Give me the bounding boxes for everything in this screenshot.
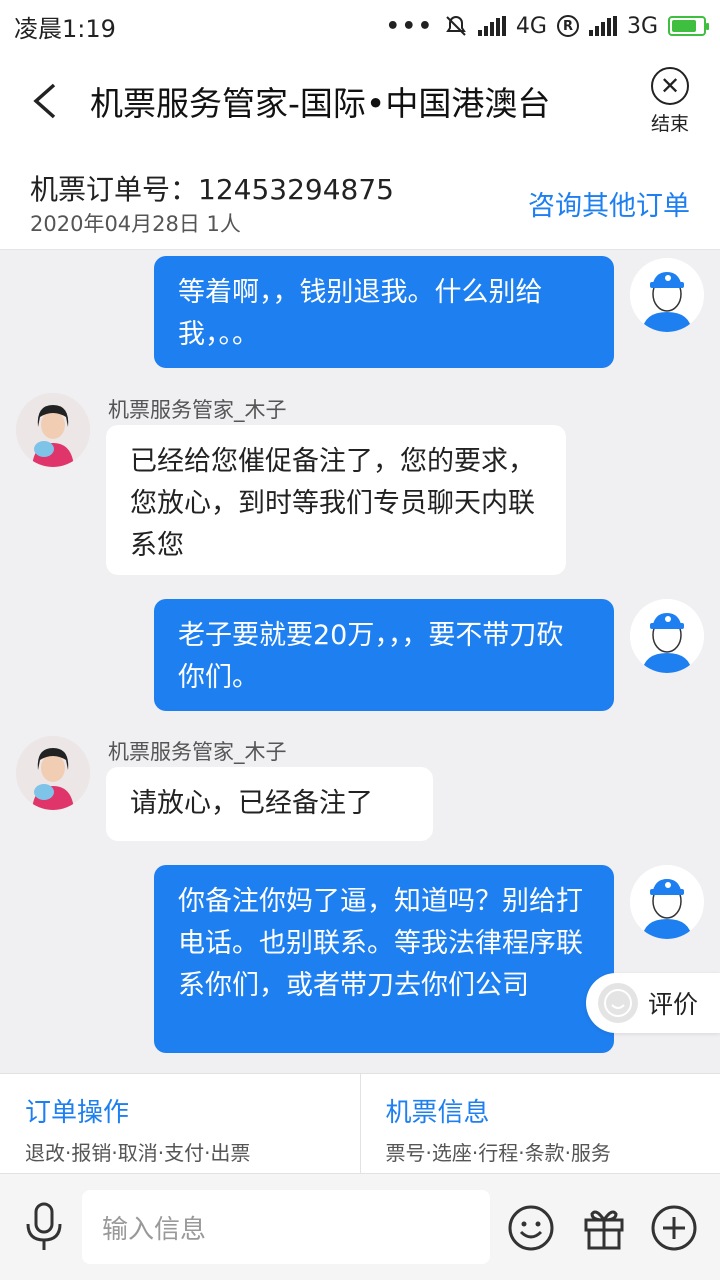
plus-circle-icon[interactable] [650, 1204, 698, 1252]
agent-name: 机票服务管家_木子 [108, 740, 287, 764]
user-avatar-icon [630, 865, 704, 939]
battery-icon [668, 16, 709, 36]
agent-message: 请放心，已经备注了 [106, 767, 433, 841]
signal-bars-icon-2 [588, 16, 617, 36]
quick-subtitle: 票号·选座·行程·条款·服务 [385, 1141, 611, 1165]
quick-title: 机票信息 [385, 1098, 490, 1128]
page-title: 机票服务管家-国际•中国港澳台 [90, 84, 551, 123]
end-chat-button[interactable]: ✕ 结束 [630, 66, 710, 136]
ticket-info-button[interactable]: 机票信息 票号·选座·行程·条款·服务 [359, 1074, 720, 1173]
agent-message: 已经给您催促备注了，您的要求，您放心，到时等我们专员聊天内联系您 [106, 425, 566, 575]
status-icons: ••• 4G R 3G [385, 13, 709, 39]
consult-other-orders-link[interactable]: 咨询其他订单 [528, 184, 690, 223]
order-number: 机票订单号：12453294875 [30, 173, 394, 206]
user-avatar[interactable] [630, 258, 704, 332]
end-label: 结束 [650, 112, 689, 135]
emoji-icon[interactable] [507, 1204, 555, 1252]
microphone-icon[interactable] [22, 1202, 66, 1252]
user-avatar[interactable] [630, 599, 704, 673]
user-message: 等着啊，，钱别退我。什么别给我，。。 [154, 256, 614, 368]
more-dots-icon: ••• [385, 13, 434, 39]
rate-button[interactable]: 评价 [586, 973, 720, 1033]
user-message: 你备注你妈了逼，知道吗？别给打电话。也别联系。等我法律程序联系你们，或者带刀去你… [154, 865, 614, 1053]
status-bar: 凌晨1:19 ••• 4G R 3G [0, 0, 720, 52]
input-bar: 输入信息 [0, 1173, 720, 1280]
signal-bars-icon [477, 16, 506, 36]
agent-avatar[interactable] [16, 736, 90, 810]
chat-area[interactable]: 等着啊，，钱别退我。什么别给我，。。 机票服务管家_木子 已经给您催促备注了，您… [0, 250, 720, 1073]
back-button[interactable] [0, 52, 90, 150]
message-input[interactable]: 输入信息 [82, 1190, 490, 1264]
close-circle-icon: ✕ [651, 66, 689, 105]
user-avatar-icon [630, 258, 704, 332]
rate-label: 评价 [648, 990, 699, 1019]
network-3g-label: 3G [626, 13, 658, 39]
back-chevron-icon [33, 83, 56, 119]
header: 机票服务管家-国际•中国港澳台 ✕ 结束 [0, 52, 720, 150]
order-meta: 2020年04月28日 1人 [30, 212, 241, 236]
quick-actions: 订单操作 退改·报销·取消·支付·出票 机票信息 票号·选座·行程·条款·服务 [0, 1073, 720, 1173]
quick-subtitle: 退改·报销·取消·支付·出票 [25, 1141, 251, 1165]
order-info: 机票订单号：12453294875 2020年04月28日 1人 咨询其他订单 [0, 150, 720, 250]
status-time: 凌晨1:19 [14, 14, 116, 43]
user-avatar-icon [630, 599, 704, 673]
gift-icon[interactable] [580, 1204, 628, 1252]
agent-avatar[interactable] [16, 393, 90, 467]
smile-icon [598, 983, 638, 1023]
user-message: 老子要就要20万，，，要不带刀砍你们。 [154, 599, 614, 711]
agent-name: 机票服务管家_木子 [108, 398, 287, 422]
user-avatar[interactable] [630, 865, 704, 939]
alarm-off-icon [446, 15, 466, 36]
agent-avatar-icon [16, 736, 90, 810]
roaming-icon: R [556, 15, 579, 37]
network-4g-label: 4G [515, 13, 547, 39]
quick-title: 订单操作 [25, 1098, 130, 1128]
agent-avatar-icon [16, 393, 90, 467]
order-operations-button[interactable]: 订单操作 退改·报销·取消·支付·出票 [0, 1074, 360, 1173]
